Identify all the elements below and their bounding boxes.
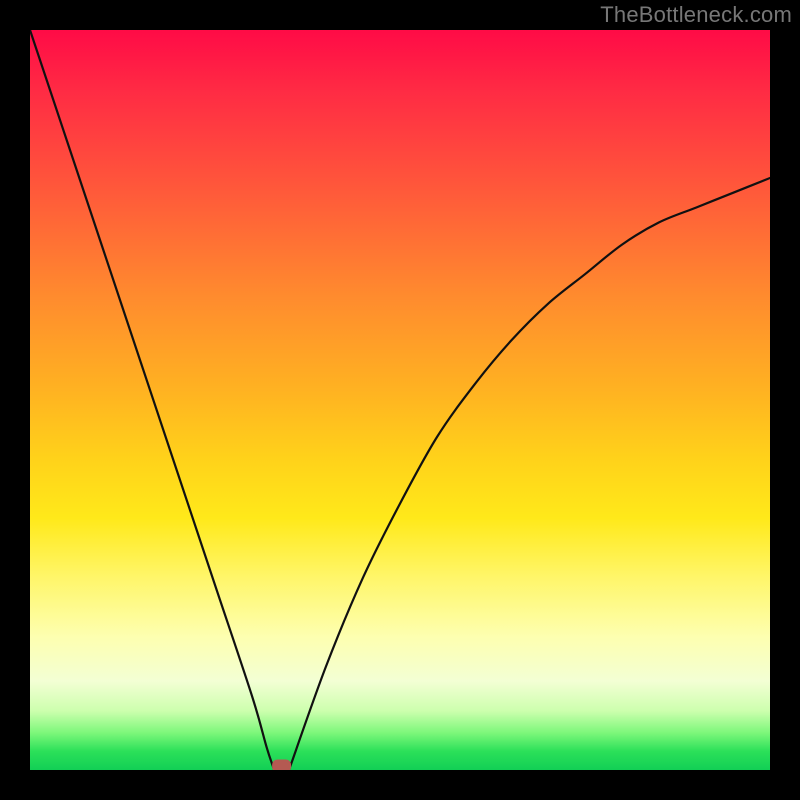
chart-frame: TheBottleneck.com bbox=[0, 0, 800, 800]
curve-left-branch bbox=[30, 30, 274, 770]
plot-area bbox=[30, 30, 770, 770]
watermark-text: TheBottleneck.com bbox=[600, 2, 792, 28]
curve-right-branch bbox=[289, 178, 770, 770]
minimum-marker bbox=[273, 760, 291, 770]
curve-layer bbox=[30, 30, 770, 770]
